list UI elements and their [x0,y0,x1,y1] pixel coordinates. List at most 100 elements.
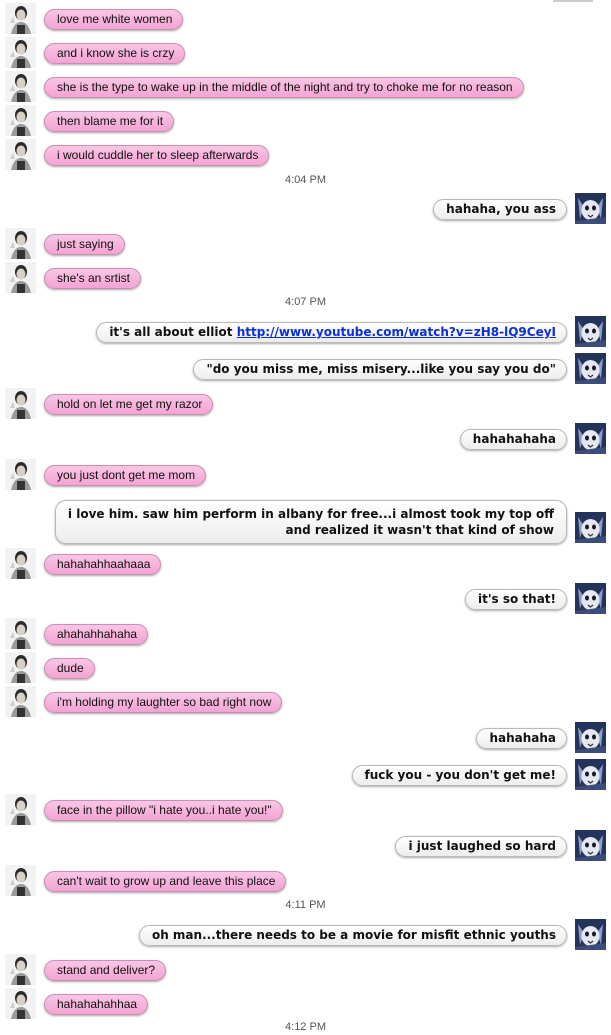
buddy-avatar[interactable] [5,459,36,490]
incoming-message: love me white women [0,2,611,36]
message-text: stand and deliver? [57,963,156,977]
message-text: i would cuddle her to sleep afterwards [57,148,259,162]
buddy-avatar[interactable] [5,37,36,68]
my-avatar[interactable] [575,759,606,790]
message-text: and i know she is crzy [57,46,175,60]
outgoing-message: "do you miss me, miss misery...like you … [0,352,611,386]
message-text: ahahahhahaha [57,627,138,641]
message-text: can't wait to grow up and leave this pla… [57,874,276,888]
message-bubble: she's an srtist [44,268,141,289]
my-avatar[interactable] [575,830,606,861]
buddy-avatar[interactable] [5,71,36,102]
incoming-message: dude [0,651,611,685]
message-bubble: just saying [44,234,125,255]
buddy-avatar[interactable] [5,988,36,1019]
message-bubble: hahahahahhaa [44,994,149,1015]
my-avatar[interactable] [575,722,606,753]
message-text: dude [57,661,84,675]
incoming-message: i'm holding my laughter so bad right now [0,685,611,719]
outgoing-message: hahahahaha [0,422,611,456]
message-text: hahaha, you ass [446,202,556,216]
message-bubble: i just laughed so hard [395,836,567,857]
my-avatar[interactable] [575,423,606,454]
buddy-avatar[interactable] [5,865,36,896]
message-bubble: hahaha, you ass [433,199,567,220]
message-bubble: hahahaha [476,728,567,749]
buddy-avatar[interactable] [5,618,36,649]
incoming-message: hahahahahhaa [0,987,611,1021]
message-text-line: and realized it wasn't that kind of show [285,523,554,537]
message-bubble: i would cuddle her to sleep afterwards [44,145,270,166]
incoming-message: you just dont get me mom [0,458,611,492]
incoming-message: she's an srtist [0,261,611,295]
incoming-message: i would cuddle her to sleep afterwards [0,138,611,172]
message-text: you just dont get me mom [57,468,196,482]
message-text: just saying [57,237,114,251]
outgoing-message: oh man...there needs to be a movie for m… [0,918,611,952]
buddy-avatar[interactable] [5,954,36,985]
buddy-avatar[interactable] [5,548,36,579]
message-text: i'm holding my laughter so bad right now [57,695,272,709]
message-text: oh man...there needs to be a movie for m… [151,928,556,942]
my-avatar[interactable] [575,512,606,543]
message-text: she's an srtist [57,271,130,285]
incoming-message: and i know she is crzy [0,36,611,70]
message-bubble: then blame me for it [44,111,175,132]
my-avatar[interactable] [575,316,606,347]
incoming-message: she is the type to wake up in the middle… [0,70,611,104]
buddy-avatar[interactable] [5,388,36,419]
message-bubble: it's all about elliot http://www.youtube… [96,322,567,343]
message-text: hahahahhaahaaa [57,557,151,571]
message-bubble: it's so that! [465,589,567,610]
outgoing-message: hahaha, you ass [0,192,611,226]
message-text: hahahahahhaa [57,997,138,1011]
outgoing-message: it's so that! [0,582,611,616]
message-text: she is the type to wake up in the middle… [57,80,513,94]
message-link[interactable]: http://www.youtube.com/watch?v=zH8-lQ9Ce… [237,325,556,339]
message-bubble: "do you miss me, miss misery...like you … [193,359,567,380]
buddy-avatar[interactable] [5,228,36,259]
message-bubble: stand and deliver? [44,960,167,981]
message-bubble: i love him. saw him perform in albany fo… [54,500,567,544]
message-text: it's all about elliot [109,325,237,339]
message-text: hahahahaha [472,432,556,446]
incoming-message: hahahahhaahaaa [0,547,611,581]
my-avatar[interactable] [575,583,606,614]
message-bubble: and i know she is crzy [44,43,186,64]
my-avatar[interactable] [575,193,606,224]
buddy-avatar[interactable] [5,139,36,170]
message-text: it's so that! [478,592,556,606]
timestamp: 4:12 PM [285,1021,326,1033]
buddy-avatar[interactable] [5,794,36,825]
message-text: hold on let me get my razor [57,397,203,411]
buddy-avatar[interactable] [5,3,36,34]
message-bubble: love me white women [44,9,184,30]
timestamp: 4:04 PM [285,174,326,186]
message-text: i just laughed so hard [408,839,556,853]
incoming-message: face in the pillow "i hate you..i hate y… [0,793,611,827]
incoming-message: stand and deliver? [0,953,611,987]
message-bubble: hold on let me get my razor [44,394,214,415]
incoming-message: hold on let me get my razor [0,387,611,421]
buddy-avatar[interactable] [5,652,36,683]
message-bubble: fuck you - you don't get me! [351,765,567,786]
message-text: love me white women [57,12,173,26]
buddy-avatar[interactable] [5,105,36,136]
my-avatar[interactable] [575,919,606,950]
chat-transcript: love me white women and i know she is crz… [0,0,611,1035]
outgoing-message: it's all about elliot http://www.youtube… [0,315,611,349]
message-bubble: hahahahhaahaaa [44,554,162,575]
incoming-message: just saying [0,227,611,261]
buddy-avatar[interactable] [5,262,36,293]
message-bubble: oh man...there needs to be a movie for m… [138,925,567,946]
message-text: hahahaha [489,731,556,745]
outgoing-message: i just laughed so hard [0,829,611,863]
message-bubble: you just dont get me mom [44,465,207,486]
message-text: face in the pillow "i hate you..i hate y… [57,803,272,817]
message-text: then blame me for it [57,114,164,128]
my-avatar[interactable] [575,353,606,384]
message-bubble: she is the type to wake up in the middle… [44,77,524,98]
buddy-avatar[interactable] [5,686,36,717]
incoming-message: ahahahhahaha [0,617,611,651]
outgoing-message: fuck you - you don't get me! [0,758,611,792]
